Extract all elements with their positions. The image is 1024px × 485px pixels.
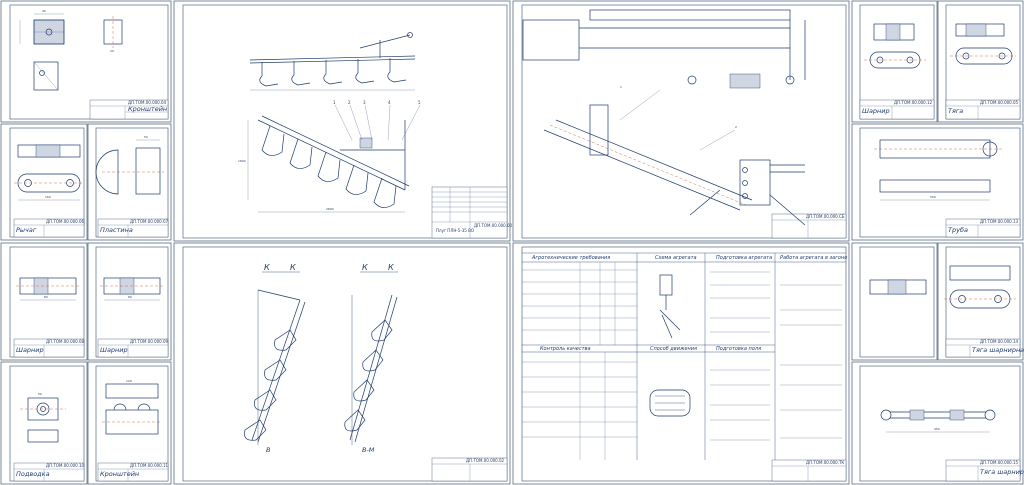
drawing-sheet-grid: ДП.ТОМ.00.000.04 Кронштейн ДП.ТОМ.00.000… bbox=[0, 0, 1024, 485]
name-podvodka: Подводка bbox=[16, 470, 50, 478]
stamp-tech: ДП.ТОМ.00.000.ТК bbox=[806, 460, 844, 465]
svg-text:120: 120 bbox=[126, 379, 132, 383]
tech-sub2: Способ движения bbox=[650, 346, 697, 352]
tech-col3-title: Подготовка агрегата bbox=[716, 255, 772, 261]
stamp-main: ДП.ТОМ.00.000.00 bbox=[474, 223, 513, 228]
section-label-k1: К bbox=[264, 263, 270, 272]
stamp-tyaga-sh: ДП.ТОМ.00.000.14 bbox=[980, 339, 1019, 344]
stamp-plastina: ДП.ТОМ.00.000.07 bbox=[130, 219, 169, 224]
section-label-bm: В-М bbox=[362, 446, 375, 454]
name-tyaga-sh: Тяга шарнирная bbox=[972, 346, 1024, 354]
stamp-tyaga-main: ДП.ТОМ.00.000.15 bbox=[980, 460, 1019, 465]
svg-text:50: 50 bbox=[38, 392, 42, 396]
stamp-kronshtein2: ДП.ТОМ.00.000.11 bbox=[130, 463, 169, 468]
name-plastina: Пластина bbox=[100, 226, 133, 234]
svg-text:50: 50 bbox=[144, 135, 148, 139]
section-label-k4: К bbox=[388, 263, 394, 272]
name-kronshtein2: Кронштейн bbox=[100, 470, 139, 478]
name-truba: Труба bbox=[948, 226, 968, 234]
svg-text:20: 20 bbox=[110, 49, 114, 53]
svg-text:40: 40 bbox=[42, 9, 46, 13]
tech-sub3: Подготовка поля bbox=[716, 346, 761, 352]
tech-col4-title: Работа агрегата в загоне bbox=[780, 255, 847, 261]
name-tyaga: Тяга bbox=[948, 107, 963, 115]
stamp-truba: ДП.ТОМ.00.000.13 bbox=[980, 219, 1019, 224]
section-label-k2: К bbox=[290, 263, 296, 272]
section-label-k3: К bbox=[362, 263, 368, 272]
stamp-assembly: ДП.ТОМ.00.000.СБ bbox=[806, 214, 845, 219]
svg-text:80: 80 bbox=[128, 295, 132, 299]
name-main: Плуг ПЛН-5-35 ВО bbox=[436, 228, 474, 233]
stamp-sharnir3: ДП.ТОМ.00.000.12 bbox=[894, 100, 933, 105]
tech-col1-title: Агротехнические требования bbox=[531, 255, 610, 261]
svg-text:2: 2 bbox=[735, 125, 737, 129]
name-sharnir1: Шарнир bbox=[16, 346, 44, 354]
svg-text:450: 450 bbox=[934, 427, 940, 431]
sheet-frames bbox=[0, 0, 1024, 485]
svg-text:500: 500 bbox=[930, 195, 936, 199]
tech-sub1: Контроль качества bbox=[540, 346, 591, 352]
name-tyaga-main: Тяга шарнирная bbox=[980, 468, 1024, 476]
name-sharnir3: Шарнир bbox=[862, 107, 890, 115]
tech-col2-title: Схема агрегата bbox=[655, 255, 697, 261]
name-kronshtein: Кронштейн bbox=[128, 105, 167, 113]
stamp-podvodka: ДП.ТОМ.00.000.10 bbox=[46, 463, 85, 468]
section-label-b: В bbox=[266, 446, 271, 454]
svg-text:1800: 1800 bbox=[238, 159, 246, 163]
svg-text:1: 1 bbox=[620, 85, 622, 89]
stamp-rychag: ДП.ТОМ.00.000.06 bbox=[46, 219, 85, 224]
name-rychag: Рычаг bbox=[16, 226, 37, 234]
stamp-plan: ДП.ТОМ.00.000.02 bbox=[466, 458, 505, 463]
stamp-sharnir2: ДП.ТОМ.00.000.09 bbox=[130, 339, 169, 344]
svg-text:2800: 2800 bbox=[326, 207, 334, 211]
stamp-tyaga: ДП.ТОМ.00.000.05 bbox=[980, 100, 1019, 105]
svg-text:80: 80 bbox=[44, 295, 48, 299]
svg-text:160: 160 bbox=[45, 195, 51, 199]
stamp-sharnir1: ДП.ТОМ.00.000.08 bbox=[46, 339, 85, 344]
name-sharnir2: Шарнир bbox=[100, 346, 128, 354]
